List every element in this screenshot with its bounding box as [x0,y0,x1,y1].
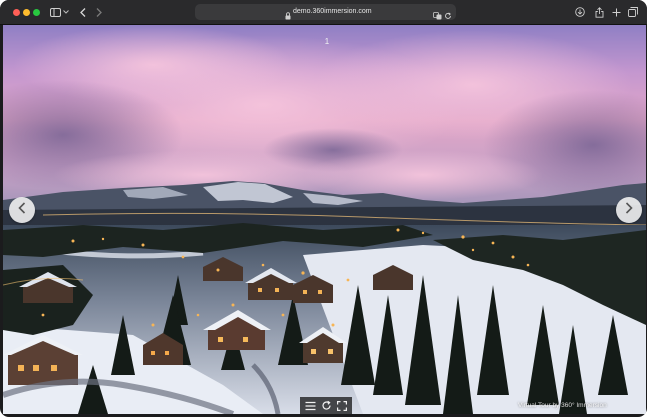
page-number: 1 [324,37,330,46]
maximize-window-button[interactable] [33,9,40,16]
previous-button[interactable] [9,197,35,223]
panorama-viewer[interactable]: 1 Virtual Tour by 360° Immersion [3,25,646,414]
tab-overview-icon[interactable] [628,5,638,19]
browser-window: demo.360immersion.com 1 Virtual Tour by … [0,0,647,417]
chevron-left-icon [18,201,26,219]
minimize-window-button[interactable] [23,9,30,16]
chevron-left-icon[interactable] [79,5,87,19]
plus-icon[interactable] [611,5,621,19]
download-icon[interactable] [575,5,585,19]
sidebar-icon[interactable] [49,5,61,19]
chevron-right-icon [625,201,633,219]
url-text: demo.360immersion.com [293,8,372,15]
address-bar[interactable]: demo.360immersion.com [195,4,456,20]
next-button[interactable] [616,197,642,223]
share-icon[interactable] [594,5,604,19]
credit-text[interactable]: Virtual Tour by 360° Immersion [518,402,607,409]
chevron-right-icon[interactable] [95,5,103,19]
menu-icon[interactable] [305,401,316,411]
fullscreen-icon[interactable] [336,400,347,411]
chevron-down-icon[interactable] [63,5,69,19]
viewer-controls [300,397,352,414]
close-window-button[interactable] [13,9,20,16]
browser-toolbar: demo.360immersion.com [0,0,647,25]
panorama-image[interactable] [3,25,646,414]
lock-icon [285,7,291,25]
translate-icon[interactable] [433,7,442,25]
rotate-icon[interactable] [321,400,332,411]
reload-icon[interactable] [444,7,452,25]
